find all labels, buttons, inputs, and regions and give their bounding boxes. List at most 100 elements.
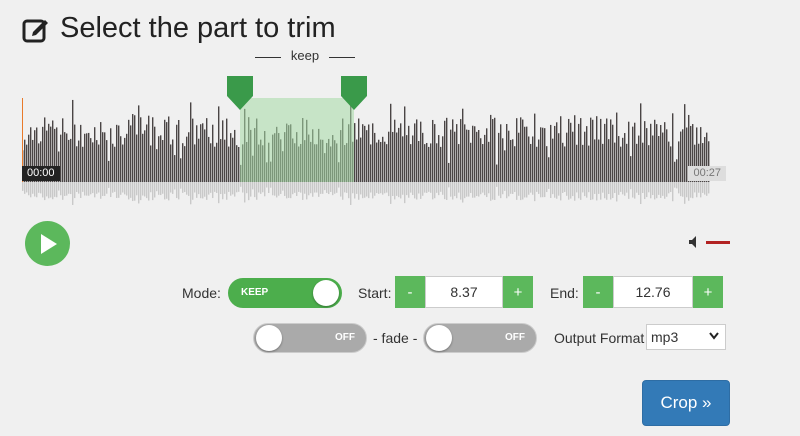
waveform-reflection-bar [326, 182, 328, 193]
waveform-reflection-bar [678, 182, 680, 194]
selection-region[interactable] [240, 98, 354, 182]
waveform-reflection-bar [528, 182, 530, 195]
waveform-bar [564, 146, 566, 182]
waveform-reflection-bar [148, 182, 150, 201]
waveform-reflection-bar [340, 182, 342, 197]
waveform-reflection-bar [126, 182, 128, 196]
waveform-reflection-bar [486, 182, 488, 198]
waveform-bar [528, 136, 530, 182]
waveform-reflection-bar [412, 182, 414, 196]
waveform[interactable]: 00:00 00:27 [22, 76, 730, 208]
waveform-reflection-bar [252, 182, 254, 190]
crop-button[interactable]: Crop » [642, 380, 730, 426]
waveform-bar [132, 114, 134, 182]
waveform-reflection-bar [150, 182, 152, 193]
waveform-reflection-bar [392, 182, 394, 197]
end-decrement-button[interactable]: - [583, 276, 613, 308]
volume-control[interactable] [688, 235, 730, 249]
waveform-bar [356, 139, 358, 182]
waveform-reflection-bar [146, 182, 148, 199]
speaker-icon[interactable] [688, 235, 702, 249]
waveform-reflection-bar [552, 182, 554, 195]
start-input[interactable] [425, 276, 503, 308]
waveform-reflection-bar [220, 182, 222, 195]
waveform-bar [202, 123, 204, 182]
waveform-bar [556, 122, 558, 182]
end-input[interactable] [613, 276, 693, 308]
waveform-bar [412, 135, 414, 182]
play-button[interactable] [25, 221, 70, 266]
waveform-reflection-bar [40, 182, 42, 194]
waveform-bar [204, 129, 206, 182]
waveform-reflection-bar [628, 182, 630, 199]
waveform-reflection-bar [642, 182, 644, 194]
waveform-reflection-bar [388, 182, 390, 197]
waveform-reflection-bar [346, 182, 348, 193]
waveform-bar [232, 137, 234, 182]
mode-toggle[interactable]: KEEP [228, 278, 342, 308]
output-format-select[interactable]: mp3 [646, 324, 726, 350]
waveform-reflection-bar [250, 182, 252, 197]
waveform-reflection-bar [232, 182, 234, 195]
waveform-reflection-bar [352, 182, 354, 194]
waveform-bar [576, 144, 578, 182]
waveform-bar [482, 144, 484, 182]
waveform-reflection-bar [30, 182, 32, 198]
end-increment-button[interactable]: + [693, 276, 723, 308]
waveform-reflection-bar [266, 182, 268, 188]
waveform-reflection-bar [582, 182, 584, 193]
waveform-reflection-bar [120, 182, 122, 195]
fade-out-toggle[interactable]: OFF [423, 323, 537, 353]
waveform-reflection-bar [350, 182, 352, 205]
waveform-reflection-bar [328, 182, 330, 195]
waveform-bar [504, 150, 506, 182]
waveform-bar [150, 145, 152, 182]
waveform-bar [480, 138, 482, 182]
waveform-bar [154, 126, 156, 182]
waveform-reflection-bar [518, 182, 520, 196]
waveform-bar [450, 129, 452, 182]
waveform-reflection-bar [568, 182, 570, 200]
waveform-bar [476, 131, 478, 182]
waveform-bar [220, 139, 222, 182]
waveform-bar [540, 127, 542, 182]
waveform-bar [446, 117, 448, 182]
waveform-bar [362, 124, 364, 182]
waveform-bar [472, 125, 474, 182]
waveform-bar [210, 143, 212, 182]
waveform-bar [656, 124, 658, 182]
waveform-reflection-bar [360, 182, 362, 195]
waveform-bar [166, 122, 168, 182]
waveform-bar [622, 137, 624, 182]
waveform-bar [222, 120, 224, 182]
waveform-reflection-bar [174, 182, 176, 190]
waveform-bar [676, 159, 678, 182]
waveform-bar [94, 127, 96, 182]
selection-start-handle[interactable] [227, 76, 253, 110]
start-decrement-button[interactable]: - [395, 276, 425, 308]
volume-slider[interactable] [706, 240, 730, 244]
waveform-reflection-bar [424, 182, 426, 193]
waveform-reflection-bar [270, 182, 272, 188]
waveform-reflection-bar [356, 182, 358, 194]
fade-in-toggle[interactable]: OFF [253, 323, 367, 353]
waveform-bar [168, 116, 170, 182]
waveform-reflection-bar [122, 182, 124, 193]
waveform-reflection-bar [284, 182, 286, 196]
waveform-bar [152, 117, 154, 182]
waveform-bar [404, 106, 406, 182]
waveform-bar [172, 139, 174, 182]
waveform-reflection-bar [88, 182, 90, 196]
selection-end-handle[interactable] [341, 76, 367, 110]
waveform-reflection-bar [704, 182, 706, 195]
waveform-bar [526, 126, 528, 182]
waveform-reflection-bar [178, 182, 180, 200]
waveform-reflection-bar [240, 182, 242, 187]
waveform-reflection-bar [130, 182, 132, 198]
waveform-bar [430, 143, 432, 182]
start-increment-button[interactable]: + [503, 276, 533, 308]
waveform-bar [466, 129, 468, 182]
waveform-bar [682, 129, 684, 182]
waveform-reflection-bar [542, 182, 544, 198]
waveform-reflection-bar [96, 182, 98, 194]
